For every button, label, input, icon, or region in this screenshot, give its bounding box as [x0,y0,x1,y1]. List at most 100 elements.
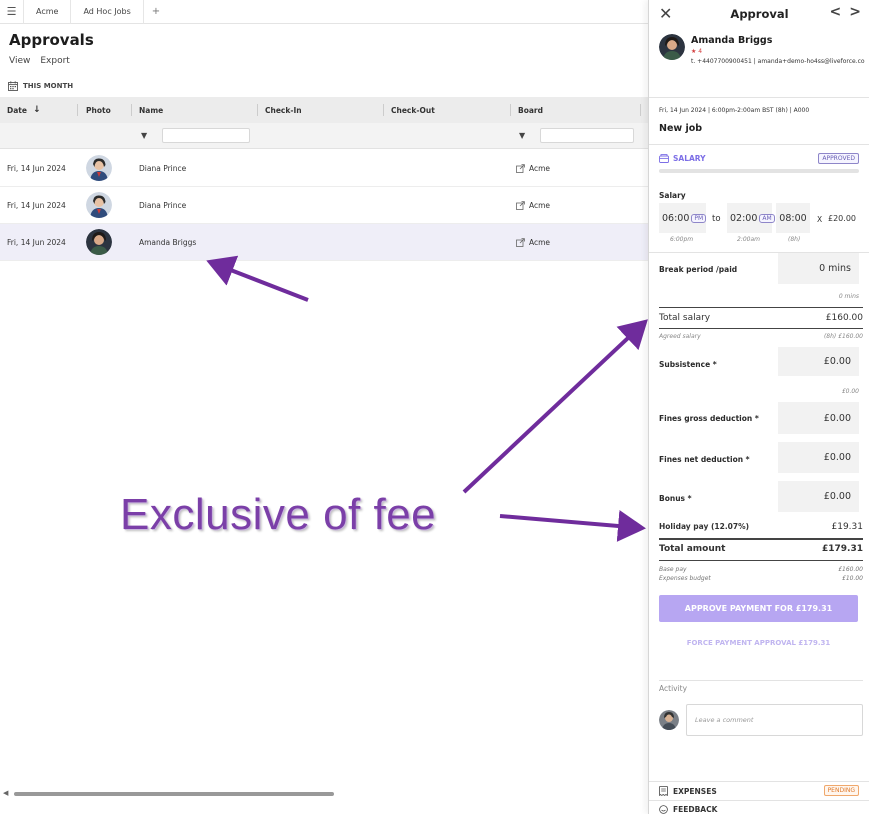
avatar [86,229,112,255]
board-link[interactable]: Acme [516,238,550,247]
subsistence-input[interactable]: £0.00 [778,347,859,376]
row-name[interactable]: Amanda Briggs [139,224,196,260]
col-photo[interactable]: Photo [86,97,111,123]
avatar [86,155,112,181]
expenses-budget-value: £10.00 [842,575,863,582]
start-ampm-toggle[interactable]: PM [691,213,707,223]
break-input[interactable]: 0 mins [778,253,859,284]
wallet-icon [659,154,669,163]
scrollbar-thumb[interactable] [14,792,334,796]
hours-value: 08:00 [779,212,807,224]
col-label: Check-In [265,105,302,115]
filter-icon[interactable]: ▼ [141,123,147,148]
approve-payment-button[interactable]: APPROVE PAYMENT FOR £179.31 [659,595,858,622]
board-label: Acme [529,237,551,247]
start-time-value: 06:00 [662,212,690,224]
tab-bar: ☰ Acme Ad Hoc Jobs + [0,0,648,24]
scroll-left-icon[interactable]: ◀ [3,789,8,797]
total-salary-value: £160.00 [825,313,863,323]
menu-icon[interactable]: ☰ [0,0,24,24]
force-payment-button[interactable]: FORCE PAYMENT APPROVAL £179.31 [659,636,858,650]
row-date: Fri, 14 Jun 2024 [7,237,66,247]
view-menu[interactable]: View [9,56,30,66]
grid-header: Date ↓ Photo Name Check-In Check-Out Boa… [0,97,648,123]
add-tab-button[interactable]: + [144,6,168,17]
close-icon[interactable]: ✕ [659,4,672,23]
date-filter-chip[interactable]: THIS MONTH [8,81,73,91]
sort-down-icon[interactable]: ↓ [33,105,41,115]
bonus-input[interactable]: £0.00 [778,481,859,512]
start-time-input[interactable]: 06:00 PM [659,203,707,233]
agreed-salary-row: Agreed salary (8h) £160.00 [659,333,863,340]
avatar [659,710,679,730]
holiday-pay-value: £19.31 [831,522,864,532]
fines-gross-input[interactable]: £0.00 [778,402,859,434]
receipt-icon [659,786,668,796]
annotation-label: Exclusive of fee [120,490,437,539]
col-name[interactable]: Name [139,97,163,123]
row-name[interactable]: Diana Prince [139,187,186,223]
board-label: Acme [529,200,551,210]
name-filter-input[interactable] [162,128,250,143]
calendar-icon [8,81,18,91]
grid-filter-row: ▼ ▼ [0,123,648,149]
total-amount-label: Total amount [659,544,726,554]
start-time-hint: 6:00pm [670,236,694,243]
col-date[interactable]: Date ↓ [7,97,41,123]
subsistence-hint: £0.00 [841,388,859,395]
comment-input[interactable]: Leave a comment [686,704,863,736]
page-menu: View Export [9,56,70,66]
fines-net-input[interactable]: £0.00 [778,442,859,473]
status-badge: PENDING [823,785,859,796]
hours-hint: (8h) [788,236,801,243]
user-contact: t. +4407700900451 | amanda+demo-ho4ss@li… [691,58,865,65]
board-link[interactable]: Acme [516,201,550,210]
col-label: Name [139,105,164,115]
export-menu[interactable]: Export [40,56,69,66]
tab-label: Ad Hoc Jobs [83,7,131,16]
status-badge: APPROVED [818,153,859,164]
break-hint: 0 mins [838,293,859,300]
end-time-value: 02:00 [730,212,758,224]
next-icon[interactable]: > [849,4,861,20]
col-label: Date [7,105,27,115]
table-row[interactable]: Fri, 14 Jun 2024 Amanda Briggs Acme [0,224,648,261]
table-row[interactable]: Fri, 14 Jun 2024 Diana Prince Acme [0,150,648,187]
end-ampm-toggle[interactable]: AM [759,213,775,223]
salary-section-header[interactable]: SALARY APPROVED [659,153,859,164]
tab-acme[interactable]: Acme [24,0,72,24]
bonus-label: Bonus * [659,494,692,503]
base-pay-label: Base pay [659,566,687,573]
previous-icon[interactable]: < [830,4,842,20]
col-check-out[interactable]: Check-Out [391,97,435,123]
feedback-label: FEEDBACK [673,805,718,814]
job-title: New job [659,123,703,134]
hours-input[interactable]: 08:00 [776,203,810,233]
panel-header: ✕ Approval < > [649,0,869,28]
filter-icon[interactable]: ▼ [519,123,525,148]
tab-label: Acme [36,7,59,16]
external-link-icon [516,163,525,173]
horizontal-scrollbar[interactable]: ◀ [0,786,648,800]
rate-value[interactable]: £20.00 [828,214,856,223]
row-name[interactable]: Diana Prince [139,150,186,186]
arrow-to-total-salary [462,319,648,494]
col-check-in[interactable]: Check-In [265,97,302,123]
board-link[interactable]: Acme [516,164,550,173]
end-time-hint: 2:00am [737,236,760,243]
agreed-salary-value: (8h) £160.00 [823,333,863,340]
user-name[interactable]: Amanda Briggs [691,35,772,46]
feedback-section-header[interactable]: FEEDBACK [659,805,859,814]
tab-ad-hoc-jobs[interactable]: Ad Hoc Jobs [71,0,144,24]
approval-panel: ✕ Approval < > Amanda Briggs ★ 4 t. +440… [648,0,869,814]
table-row[interactable]: Fri, 14 Jun 2024 Diana Prince Acme [0,187,648,224]
page-title: Approvals [9,31,94,49]
board-filter-input[interactable] [540,128,634,143]
col-label: Board [518,105,543,115]
expenses-section-header[interactable]: EXPENSES PENDING [659,785,859,796]
col-board[interactable]: Board [518,97,543,123]
holiday-pay-row: Holiday pay (12.07%) £19.31 [659,522,863,532]
board-label: Acme [529,163,551,173]
end-time-input[interactable]: 02:00 AM [727,203,775,233]
salary-label: Salary [659,191,686,200]
